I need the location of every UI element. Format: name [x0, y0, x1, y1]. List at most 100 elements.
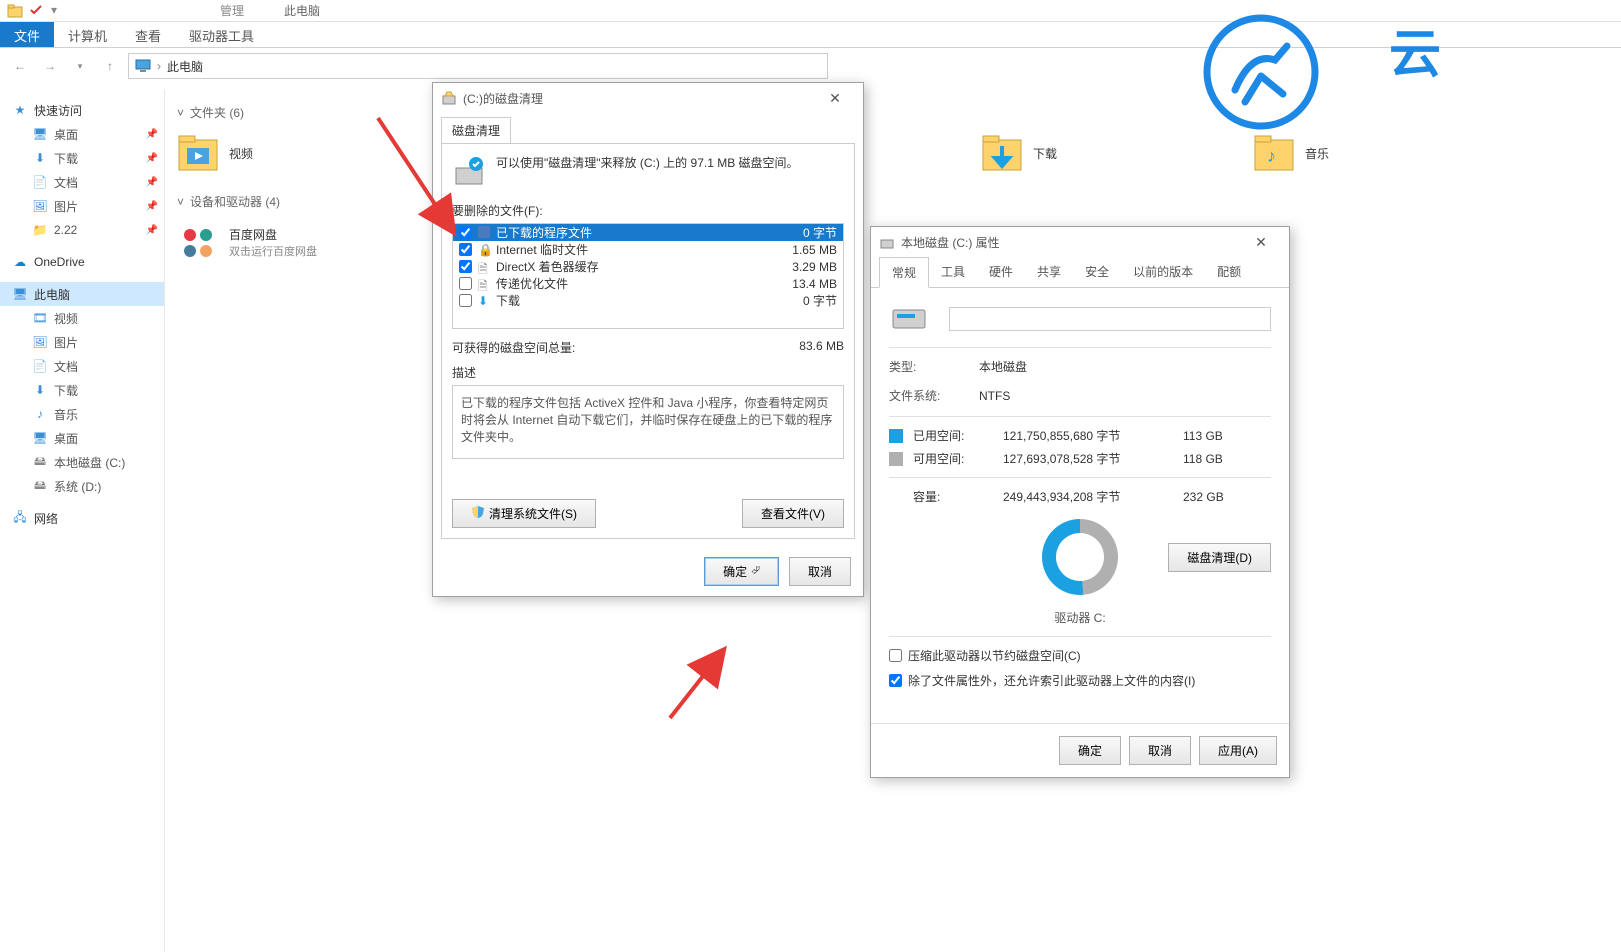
tree-222[interactable]: 📁2.22📌: [0, 218, 164, 242]
dialog-title-bar[interactable]: (C:)的磁盘清理 ✕: [433, 83, 863, 113]
list-item[interactable]: 已下载的程序文件0 字节: [453, 224, 843, 241]
ok-button[interactable]: 确定: [1059, 736, 1121, 765]
tree-network[interactable]: 🖧网络: [0, 506, 164, 530]
tree-pictures[interactable]: 🖼图片📌: [0, 194, 164, 218]
navigation-pane: ★ 快速访问 🖥桌面📌 ⬇下载📌 📄文档📌 🖼图片📌 📁2.22📌 ☁OneDr…: [0, 90, 165, 952]
tab-sharing[interactable]: 共享: [1025, 257, 1073, 287]
list-item[interactable]: 🗎 传递优化文件13.4 MB: [453, 275, 843, 292]
files-to-delete-label: 要删除的文件(F):: [452, 202, 844, 219]
capacity-gb: 232 GB: [1183, 490, 1243, 504]
drive-icon: 🖴: [32, 452, 48, 473]
list-item[interactable]: 🗎 DirectX 着色器缓存3.29 MB: [453, 258, 843, 275]
star-icon: ★: [12, 103, 28, 117]
file-icon: 🗎: [478, 277, 492, 291]
cleanup-icon: [441, 90, 457, 106]
used-label: 已用空间:: [913, 427, 1003, 444]
total-label: 可获得的磁盘空间总量:: [452, 339, 575, 356]
list-item[interactable]: 🔒 Internet 临时文件1.65 MB: [453, 241, 843, 258]
downloads-icon: ⬇: [32, 383, 48, 397]
pictures-icon: 🖼: [32, 335, 48, 349]
pc-icon: [135, 58, 151, 74]
tree-downloads[interactable]: ⬇下载📌: [0, 146, 164, 170]
tab-security[interactable]: 安全: [1073, 257, 1121, 287]
item-checkbox[interactable]: [459, 226, 472, 239]
tab-view[interactable]: 查看: [121, 22, 175, 47]
tree-drive-d[interactable]: 🖴系统 (D:): [0, 474, 164, 498]
cancel-button[interactable]: 取消: [1129, 736, 1191, 765]
qat-check-icon[interactable]: [29, 3, 45, 19]
tab-hardware[interactable]: 硬件: [977, 257, 1025, 287]
view-files-button[interactable]: 查看文件(V): [742, 499, 844, 528]
folder-downloads[interactable]: 下载: [981, 127, 1221, 179]
drive-big-icon: [889, 302, 949, 335]
tree-onedrive[interactable]: ☁OneDrive: [0, 250, 164, 274]
video-icon: 🎞: [32, 311, 48, 325]
collapse-icon: ˅: [177, 195, 184, 209]
baidu-icon: [177, 221, 219, 263]
tree-videos[interactable]: 🎞视频: [0, 306, 164, 330]
tree-desktop[interactable]: 🖥桌面📌: [0, 122, 164, 146]
folder-label: 音乐: [1305, 145, 1329, 162]
tab-disk-cleanup[interactable]: 磁盘清理: [441, 117, 511, 143]
apply-button[interactable]: 应用(A): [1199, 736, 1277, 765]
tree-desktop2[interactable]: 🖥桌面: [0, 426, 164, 450]
tree-pictures2[interactable]: 🖼图片: [0, 330, 164, 354]
tree-documents2[interactable]: 📄文档: [0, 354, 164, 378]
compress-checkbox[interactable]: [889, 649, 902, 662]
music-icon: ♪: [32, 407, 48, 421]
explorer-icon: [7, 3, 23, 19]
up-button[interactable]: ↑: [98, 54, 122, 78]
back-button[interactable]: ←: [8, 54, 32, 78]
collapse-icon: ˅: [177, 106, 184, 120]
clean-system-files-button[interactable]: 清理系统文件(S): [452, 499, 596, 528]
downloads-large-icon: [981, 132, 1023, 174]
item-checkbox[interactable]: [459, 243, 472, 256]
device-label: 百度网盘: [229, 226, 317, 243]
dialog-title-bar[interactable]: 本地磁盘 (C:) 属性 ✕: [871, 227, 1289, 257]
close-button[interactable]: ✕: [815, 90, 855, 107]
close-button[interactable]: ✕: [1241, 234, 1281, 251]
tree-documents[interactable]: 📄文档📌: [0, 170, 164, 194]
tab-file[interactable]: 文件: [0, 22, 54, 47]
index-checkbox[interactable]: [889, 674, 902, 687]
tab-previous-versions[interactable]: 以前的版本: [1121, 257, 1205, 287]
tab-general[interactable]: 常规: [879, 257, 929, 288]
file-icon: [478, 226, 492, 240]
tab-drive-tools[interactable]: 驱动器工具: [175, 22, 268, 47]
watermark-logo: [1201, 12, 1321, 135]
address-bar[interactable]: › 此电脑: [128, 53, 828, 79]
drive-label-input[interactable]: [949, 307, 1271, 331]
cancel-button[interactable]: 取消: [789, 557, 851, 586]
tree-drive-c[interactable]: 🖴本地磁盘 (C:): [0, 450, 164, 474]
tree-this-pc[interactable]: 🖥此电脑: [0, 282, 164, 306]
compress-label: 压缩此驱动器以节约磁盘空间(C): [908, 647, 1081, 664]
ok-button[interactable]: 确定 ⮰: [704, 557, 779, 586]
files-listbox[interactable]: 已下载的程序文件0 字节 🔒 Internet 临时文件1.65 MB 🗎 Di…: [452, 223, 844, 329]
group-folders-header[interactable]: ˅ 文件夹 (6): [177, 98, 1609, 127]
tab-computer[interactable]: 计算机: [54, 22, 121, 47]
tab-quota[interactable]: 配额: [1205, 257, 1253, 287]
item-checkbox[interactable]: [459, 277, 472, 290]
pin-icon: 📌: [146, 129, 158, 140]
tree-quick-access[interactable]: ★ 快速访问: [0, 98, 164, 122]
folder-label: 视频: [229, 145, 253, 162]
svg-text:♪: ♪: [1267, 146, 1276, 166]
item-checkbox[interactable]: [459, 294, 472, 307]
folder-videos[interactable]: 视频: [177, 127, 417, 179]
item-checkbox[interactable]: [459, 260, 472, 273]
drive-properties-dialog: 本地磁盘 (C:) 属性 ✕ 常规 工具 硬件 共享 安全 以前的版本 配额 类…: [870, 226, 1290, 778]
list-item[interactable]: ⬇ 下载0 字节: [453, 292, 843, 309]
qat-dropdown-icon[interactable]: ▾: [51, 3, 67, 19]
dialog-title-text: 本地磁盘 (C:) 属性: [901, 234, 1000, 251]
forward-button[interactable]: →: [38, 54, 62, 78]
group-devices-header[interactable]: ˅ 设备和驱动器 (4): [177, 187, 1609, 216]
tree-downloads2[interactable]: ⬇下载: [0, 378, 164, 402]
drive-caption: 驱动器 C:: [889, 609, 1271, 626]
recent-dropdown[interactable]: ▾: [68, 54, 92, 78]
window-title: 此电脑: [284, 2, 320, 19]
disk-cleanup-button[interactable]: 磁盘清理(D): [1168, 543, 1271, 572]
tree-music[interactable]: ♪音乐: [0, 402, 164, 426]
device-baidu[interactable]: 百度网盘 双击运行百度网盘: [177, 216, 417, 268]
total-value: 83.6 MB: [799, 339, 844, 356]
tab-tools[interactable]: 工具: [929, 257, 977, 287]
